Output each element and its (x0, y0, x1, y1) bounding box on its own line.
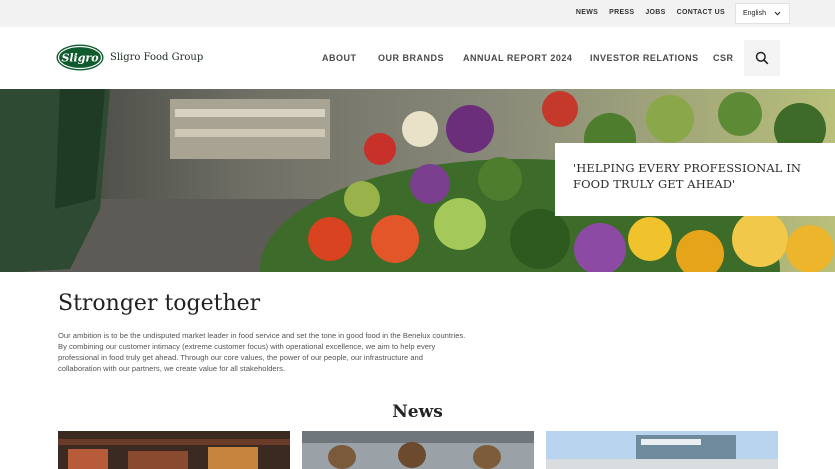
nav-item-about[interactable]: ABOUT (322, 53, 357, 63)
news-card-image (302, 431, 534, 469)
sligro-badge: Sligro (56, 44, 104, 71)
utility-link-contact[interactable]: CONTACT US (677, 9, 725, 16)
nav-item-investor-relations[interactable]: INVESTOR RELATIONS (590, 53, 699, 63)
brand-name: Sligro Food Group (110, 52, 204, 63)
chevron-down-icon (774, 11, 781, 16)
hero-quote-box: 'HELPING EVERY PROFESSIONAL IN FOOD TRUL… (555, 143, 835, 216)
utility-link-news[interactable]: NEWS (576, 9, 598, 16)
search-button[interactable] (744, 40, 780, 76)
intro-paragraph: Our ambition is to be the undisputed mar… (58, 331, 466, 373)
news-card-image (58, 431, 290, 469)
hero-quote: 'HELPING EVERY PROFESSIONAL IN FOOD TRUL… (573, 161, 802, 191)
language-select[interactable]: English (735, 3, 790, 24)
news-card-3[interactable] (546, 431, 778, 469)
utility-link-jobs[interactable]: JOBS (645, 9, 665, 16)
nav-item-annual-report[interactable]: ANNUAL REPORT 2024 (463, 53, 572, 63)
nav-item-csr[interactable]: CSR (713, 53, 734, 63)
news-card-2[interactable] (302, 431, 534, 469)
news-section-title: News (392, 402, 443, 422)
search-icon (755, 51, 769, 65)
utility-link-press[interactable]: PRESS (609, 9, 634, 16)
news-card-1[interactable] (58, 431, 290, 469)
brand-logo[interactable]: Sligro Sligro Food Group (56, 44, 203, 71)
page-heading: Stronger together (58, 291, 261, 316)
news-card-image (546, 431, 778, 469)
language-select-value: English (743, 10, 766, 17)
nav-item-our-brands[interactable]: OUR BRANDS (378, 53, 444, 63)
brand-badge-text: Sligro (61, 52, 98, 65)
utility-bar: NEWS PRESS JOBS CONTACT US English (0, 0, 835, 27)
utility-links: NEWS PRESS JOBS CONTACT US (576, 9, 725, 16)
